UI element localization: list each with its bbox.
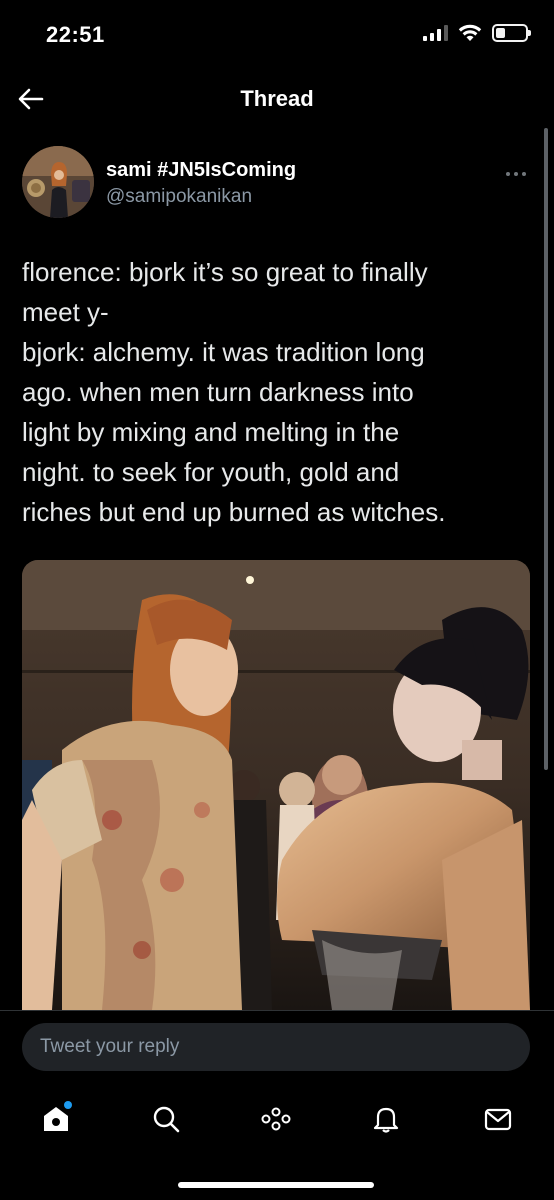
tab-home[interactable] [36,1099,76,1139]
tab-search[interactable] [146,1099,186,1139]
tab-notifications[interactable] [366,1099,406,1139]
messages-icon [484,1108,512,1131]
battery-icon [492,24,531,42]
tweet-text-line: light by mixing and melting in the [22,417,400,447]
display-name[interactable]: sami #JN5IsComing [106,159,296,182]
tweet-text: florence: bjork it’s so great to finally… [22,252,530,532]
notifications-icon [373,1107,399,1133]
user-handle[interactable]: @samipokanikan [106,186,296,208]
tweet-text-line: meet y- [22,297,109,327]
tweet-text-line: ago. when men turn darkness into [22,377,414,407]
status-icons [423,24,531,42]
nav-header: Thread [0,70,554,128]
tab-messages[interactable] [478,1099,518,1139]
bottom-bar: Tweet your reply [0,1010,554,1200]
tweet-text-line: night. to seek for youth, gold and [22,457,400,487]
tweet-photo[interactable] [22,560,530,1010]
spaces-icon [261,1107,291,1131]
tweet: sami #JN5IsComing @samipokanikan florenc… [22,146,530,1010]
status-bar: 22:51 [0,0,554,70]
tweet-text-line: florence: bjork it’s so great to finally [22,257,428,287]
scrollbar[interactable] [544,128,548,770]
more-options-button[interactable] [502,166,530,182]
search-icon [153,1106,180,1133]
tweet-text-line: riches but end up burned as witches. [22,497,446,527]
status-time: 22:51 [46,22,105,47]
page-title: Thread [240,86,314,111]
tweet-text-line: bjork: alchemy. it was tradition long [22,337,425,367]
cellular-signal-icon [423,25,448,41]
author-row: sami #JN5IsComing @samipokanikan [22,146,530,220]
tab-bar [0,1099,554,1139]
author-info: sami #JN5IsComing @samipokanikan [106,159,296,208]
home-indicator[interactable] [178,1182,374,1188]
reply-input[interactable]: Tweet your reply [22,1023,530,1071]
tab-spaces[interactable] [256,1099,296,1139]
wifi-icon [458,24,482,41]
notification-dot [64,1101,72,1109]
avatar[interactable] [22,146,94,218]
